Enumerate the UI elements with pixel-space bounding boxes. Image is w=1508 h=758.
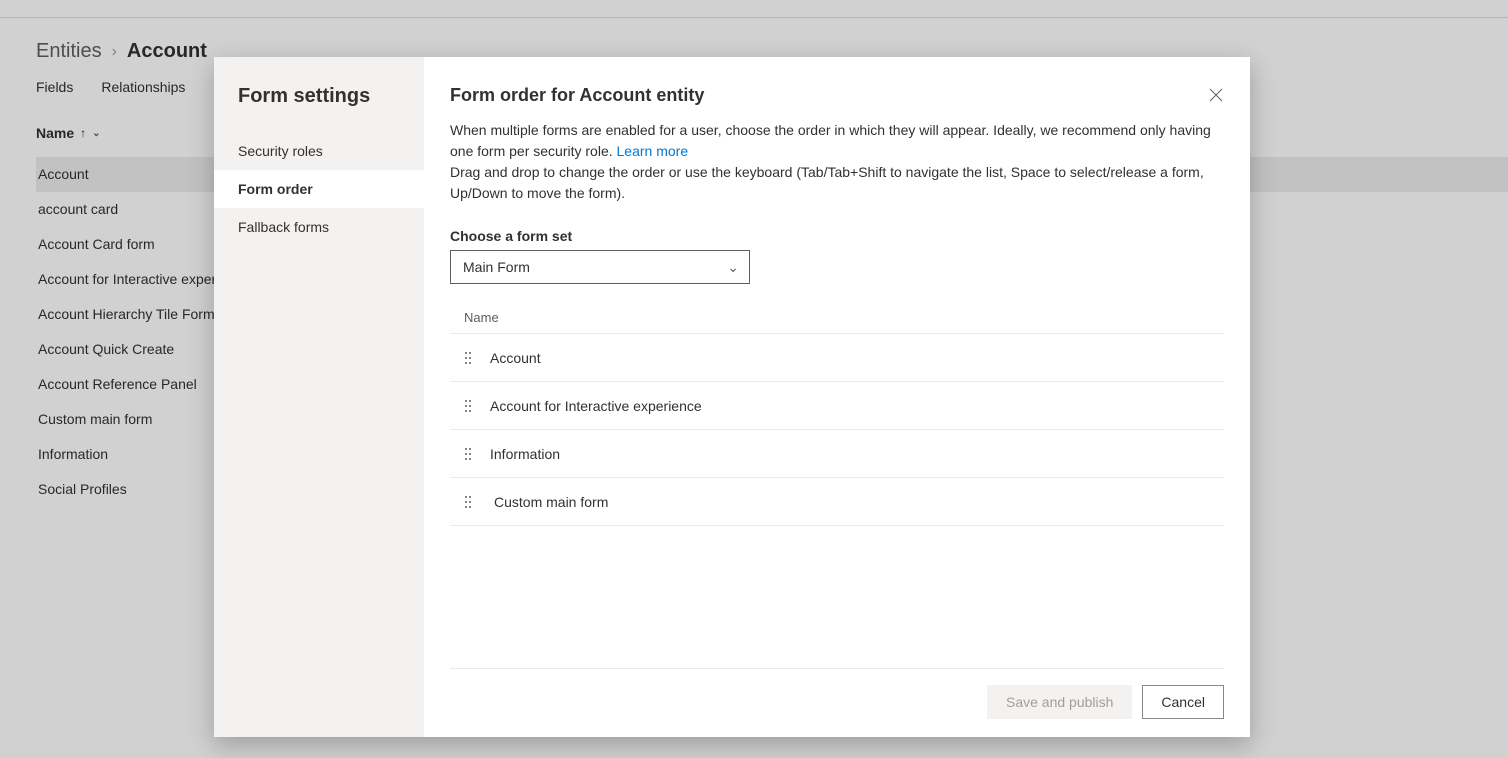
column-header-name: Name	[450, 302, 1224, 334]
chevron-down-icon: ⌄	[727, 259, 739, 276]
close-button[interactable]	[1204, 83, 1228, 107]
dialog-sidebar: Form settings Security roles Form order …	[214, 57, 424, 737]
form-settings-dialog: Form settings Security roles Form order …	[214, 57, 1250, 737]
form-order-name: Information	[490, 446, 560, 462]
form-order-name: Custom main form	[490, 494, 608, 510]
sidebar-item-security-roles[interactable]: Security roles	[214, 132, 424, 170]
form-order-row[interactable]: Information	[450, 430, 1224, 478]
drag-handle-icon[interactable]	[464, 399, 472, 413]
form-order-name: Account	[490, 350, 541, 366]
close-icon	[1209, 88, 1223, 102]
form-order-name: Account for Interactive experience	[490, 398, 702, 414]
drag-handle-icon[interactable]	[464, 351, 472, 365]
cancel-button[interactable]: Cancel	[1142, 685, 1224, 719]
sidebar-item-fallback-forms[interactable]: Fallback forms	[214, 208, 424, 246]
form-set-label: Choose a form set	[450, 228, 1224, 244]
form-set-select[interactable]: Main Form ⌄	[450, 250, 750, 284]
drag-handle-icon[interactable]	[464, 495, 472, 509]
dialog-sidebar-title: Form settings	[214, 85, 424, 132]
dialog-heading: Form order for Account entity	[450, 85, 1224, 106]
form-order-row[interactable]: Account for Interactive experience	[450, 382, 1224, 430]
form-order-row[interactable]: Custom main form	[450, 478, 1224, 526]
form-set-value: Main Form	[463, 259, 530, 275]
form-order-table: Name Account Account for Interactive exp…	[450, 302, 1224, 526]
dialog-main: Form order for Account entity When multi…	[424, 57, 1250, 737]
sidebar-item-form-order[interactable]: Form order	[214, 170, 424, 208]
dialog-description-1-text: When multiple forms are enabled for a us…	[450, 122, 1211, 159]
dialog-description-2: Drag and drop to change the order or use…	[450, 162, 1220, 204]
save-and-publish-button[interactable]: Save and publish	[987, 685, 1132, 719]
form-order-row[interactable]: Account	[450, 334, 1224, 382]
learn-more-link[interactable]: Learn more	[617, 143, 689, 159]
dialog-description-1: When multiple forms are enabled for a us…	[450, 120, 1220, 162]
drag-handle-icon[interactable]	[464, 447, 472, 461]
dialog-footer: Save and publish Cancel	[450, 668, 1224, 719]
